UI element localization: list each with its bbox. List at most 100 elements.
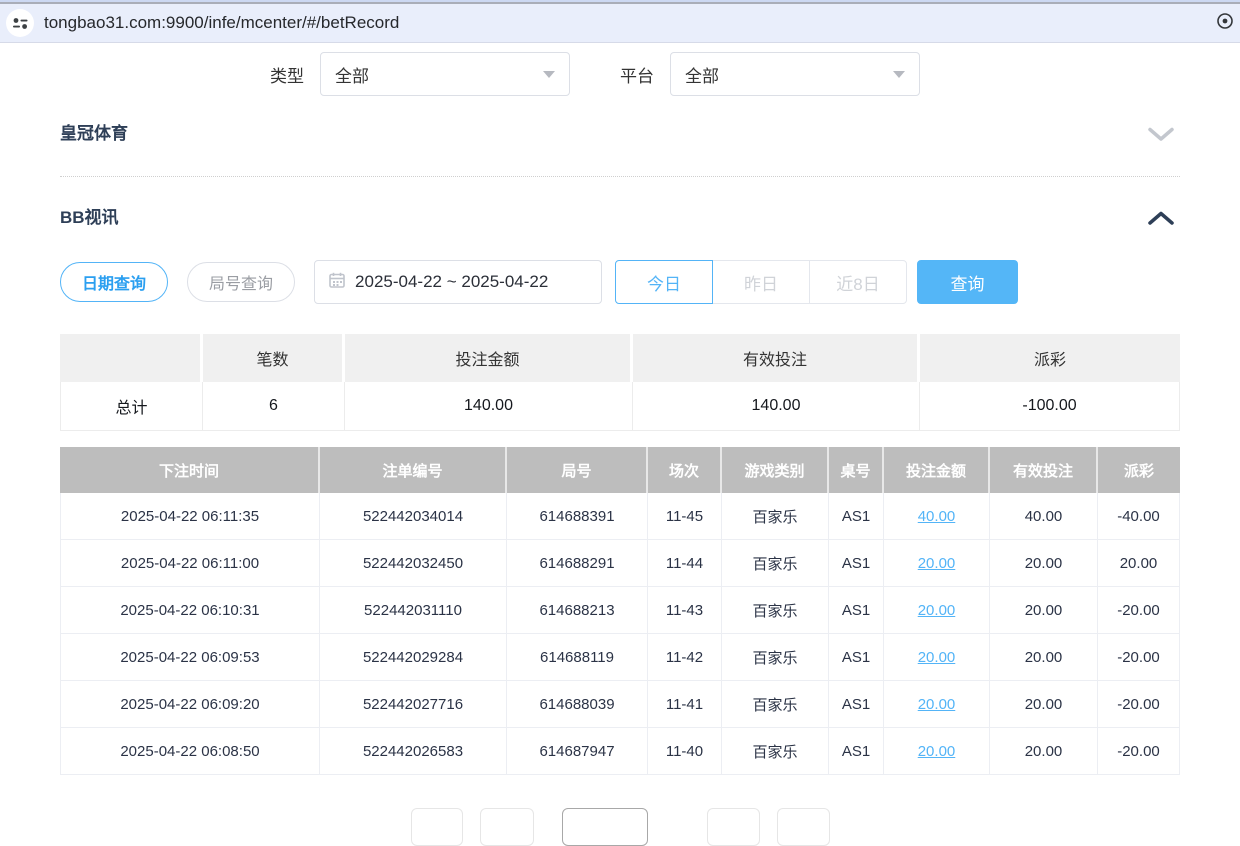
chevron-down-icon[interactable] [1148, 127, 1180, 142]
quick-range-yesterday-label: 昨日 [744, 270, 778, 295]
cell-payout: -20.00 [1098, 728, 1180, 775]
bet-amount-link[interactable]: 20.00 [918, 649, 956, 666]
table-row: 2025-04-22 06:09:20 522442027716 6146880… [60, 681, 1180, 728]
cell-time: 2025-04-22 06:09:20 [60, 681, 320, 728]
cell-table-no: AS1 [829, 728, 884, 775]
cell-game: 百家乐 [722, 634, 829, 681]
summary-header-bet-amount: 投注金额 [345, 334, 633, 382]
cell-game: 百家乐 [722, 728, 829, 775]
cell-payout: -20.00 [1098, 634, 1180, 681]
type-filter-select[interactable]: 全部 [320, 52, 570, 96]
platform-filter-value: 全部 [685, 62, 719, 87]
bet-amount-link[interactable]: 20.00 [918, 602, 956, 619]
cell-valid-bet: 20.00 [990, 634, 1098, 681]
table-row: 2025-04-22 06:11:35 522442034014 6146883… [60, 493, 1180, 540]
summary-total-row: 总计 6 140.00 140.00 -100.00 [60, 382, 1180, 431]
platform-filter-select[interactable]: 全部 [670, 52, 920, 96]
cell-game: 百家乐 [722, 540, 829, 587]
cell-order-no: 522442032450 [320, 540, 507, 587]
round-query-tab[interactable]: 局号查询 [187, 262, 295, 302]
cell-order-no: 522442034014 [320, 493, 507, 540]
summary-header-payout: 派彩 [920, 334, 1180, 382]
cell-time: 2025-04-22 06:09:53 [60, 634, 320, 681]
bets-header-game: 游戏类别 [722, 447, 829, 493]
pagination-first-button[interactable] [411, 808, 463, 846]
date-range-input[interactable]: 2025-04-22 ~ 2025-04-22 [314, 260, 602, 304]
bets-header-payout: 派彩 [1098, 447, 1180, 493]
type-filter-value: 全部 [335, 62, 369, 87]
section-bb-title: BB视讯 [60, 207, 119, 229]
summary-header-valid-bet: 有效投注 [633, 334, 920, 382]
quick-range-today-label: 今日 [647, 270, 681, 295]
table-row: 2025-04-22 06:08:50 522442026583 6146879… [60, 728, 1180, 775]
cell-round-no: 614687947 [507, 728, 648, 775]
cell-game: 百家乐 [722, 681, 829, 728]
date-query-tab[interactable]: 日期查询 [60, 262, 168, 302]
bet-amount-link[interactable]: 20.00 [918, 696, 956, 713]
round-query-tab-label: 局号查询 [209, 270, 273, 294]
calendar-icon [329, 272, 345, 293]
cell-round-no: 614688291 [507, 540, 648, 587]
quick-range-last8-button[interactable]: 近8日 [809, 260, 907, 304]
bet-record-page: 类型 全部 平台 全部 皇冠体育 BB视讯 日期查询 [0, 51, 1240, 846]
bet-amount-link[interactable]: 20.00 [918, 743, 956, 760]
cell-table-no: AS1 [829, 540, 884, 587]
cell-table-no: AS1 [829, 634, 884, 681]
bet-amount-link[interactable]: 40.00 [918, 508, 956, 525]
cell-table-no: AS1 [829, 587, 884, 634]
target-icon[interactable] [1216, 12, 1234, 35]
bet-amount-link[interactable]: 20.00 [918, 555, 956, 572]
cell-session: 11-40 [648, 728, 722, 775]
cell-game: 百家乐 [722, 493, 829, 540]
pagination-page-input[interactable] [562, 808, 648, 846]
summary-header-count: 笔数 [203, 334, 345, 382]
cell-time: 2025-04-22 06:10:31 [60, 587, 320, 634]
bets-header-round-no: 局号 [507, 447, 648, 493]
pagination-next-button[interactable] [707, 808, 760, 846]
cell-time: 2025-04-22 06:11:35 [60, 493, 320, 540]
cell-valid-bet: 20.00 [990, 540, 1098, 587]
cell-valid-bet: 20.00 [990, 587, 1098, 634]
quick-range-today-button[interactable]: 今日 [615, 260, 713, 304]
query-controls: 日期查询 局号查询 2025-04-22 ~ 2025-04-22 [60, 260, 1180, 304]
summary-total-payout: -100.00 [920, 382, 1180, 431]
cell-table-no: AS1 [829, 681, 884, 728]
cell-game: 百家乐 [722, 587, 829, 634]
cell-session: 11-44 [648, 540, 722, 587]
cell-payout: -20.00 [1098, 587, 1180, 634]
browser-address-bar[interactable]: tongbao31.com:9900/infe/mcenter/#/betRec… [0, 4, 1240, 43]
bets-header-bet-amount: 投注金额 [884, 447, 990, 493]
cell-round-no: 614688391 [507, 493, 648, 540]
quick-range-yesterday-button[interactable]: 昨日 [712, 260, 810, 304]
chevron-down-icon [543, 71, 555, 78]
chevron-down-icon [893, 71, 905, 78]
cell-round-no: 614688039 [507, 681, 648, 728]
bets-header-row: 下注时间 注单编号 局号 场次 游戏类别 桌号 投注金额 有效投注 派彩 [60, 447, 1180, 493]
date-query-tab-label: 日期查询 [82, 270, 146, 294]
site-settings-icon[interactable] [6, 9, 34, 37]
filter-row: 类型 全部 平台 全部 [60, 51, 1180, 97]
cell-order-no: 522442031110 [320, 587, 507, 634]
section-crown-title: 皇冠体育 [60, 123, 128, 145]
url-text[interactable]: tongbao31.com:9900/infe/mcenter/#/betRec… [44, 13, 399, 33]
cell-valid-bet: 20.00 [990, 728, 1098, 775]
cell-session: 11-42 [648, 634, 722, 681]
section-crown-sports[interactable]: 皇冠体育 [60, 97, 1180, 177]
summary-total-count: 6 [203, 382, 345, 431]
search-button[interactable]: 查询 [917, 260, 1018, 304]
bet-records-table: 下注时间 注单编号 局号 场次 游戏类别 桌号 投注金额 有效投注 派彩 202… [60, 447, 1180, 775]
cell-time: 2025-04-22 06:11:00 [60, 540, 320, 587]
summary-total-label: 总计 [60, 382, 203, 431]
pagination-last-button[interactable] [777, 808, 830, 846]
bets-header-order-no: 注单编号 [320, 447, 507, 493]
cell-order-no: 522442026583 [320, 728, 507, 775]
cell-valid-bet: 20.00 [990, 681, 1098, 728]
quick-range-last8-label: 近8日 [836, 270, 879, 295]
section-bb-video[interactable]: BB视讯 [60, 177, 1180, 229]
cell-time: 2025-04-22 06:08:50 [60, 728, 320, 775]
chevron-up-icon[interactable] [1148, 211, 1180, 226]
pagination-prev-button[interactable] [480, 808, 534, 846]
summary-header-empty [60, 334, 203, 382]
bets-header-session: 场次 [648, 447, 722, 493]
summary-total-valid-bet: 140.00 [633, 382, 920, 431]
